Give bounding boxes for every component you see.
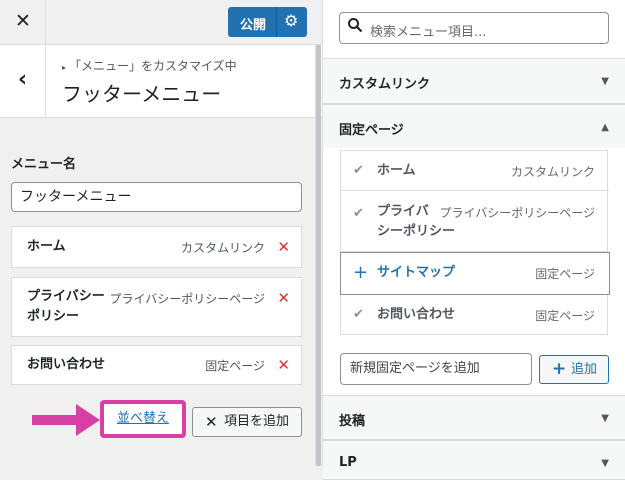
section-posts[interactable]: 投稿 ▼ xyxy=(323,395,625,440)
page-type: プライバシーポリシーページ xyxy=(439,206,595,220)
new-page-input[interactable]: 新規固定ページを追加 xyxy=(340,353,532,385)
menu-item-privacy[interactable]: プライバシー ポリシー プライバシーポリシーページ ✕ xyxy=(11,277,302,337)
caret-down-icon: ▼ xyxy=(601,76,609,87)
page-title: フッターメニュー xyxy=(62,82,222,106)
search-icon xyxy=(347,17,363,37)
add-items-button[interactable]: ✕ 項目を追加 xyxy=(192,407,302,437)
menu-item-type: プライバシーポリシーページ xyxy=(109,292,265,306)
menu-item-type: 固定ページ xyxy=(205,359,265,373)
menu-item-type: カスタムリンク xyxy=(180,241,265,255)
gear-icon[interactable]: ⚙ xyxy=(284,11,298,30)
page-type: 固定ページ xyxy=(535,309,595,323)
checkmark-icon: ✔ xyxy=(353,206,364,221)
remove-icon[interactable]: ✕ xyxy=(277,356,290,374)
menu-item-title-line2: ポリシー xyxy=(27,309,80,324)
available-items-panel: 検索メニュー項目... カスタムリンク ▼ 固定ページ ▲ ✔ ホーム カスタム… xyxy=(322,0,625,480)
caret-up-icon: ▲ xyxy=(601,122,609,133)
menu-item-home[interactable]: ホーム カスタムリンク ✕ xyxy=(11,226,302,268)
add-items-label: 項目を追加 xyxy=(224,414,290,429)
search-placeholder: 検索メニュー項目... xyxy=(370,25,487,40)
section-pages[interactable]: 固定ページ ▲ xyxy=(323,104,625,149)
section-title: カスタムリンク xyxy=(339,77,431,92)
customizer-topbar: ✕ 公開 ⚙ xyxy=(0,0,322,45)
arrow-right-icon xyxy=(32,404,100,436)
list-item[interactable]: ✔ ホーム カスタムリンク xyxy=(341,151,609,191)
menu-item-title: お問い合わせ xyxy=(27,357,106,372)
page-name: サイトマップ xyxy=(377,265,456,280)
triangle-right-icon: ▸ xyxy=(62,63,67,72)
section-title: 固定ページ xyxy=(339,123,404,138)
list-item[interactable]: ✔ お問い合わせ 固定ページ xyxy=(341,295,609,335)
scrollbar-thumb[interactable] xyxy=(316,45,321,466)
caret-down-icon: ▼ xyxy=(601,413,609,424)
close-icon: ✕ xyxy=(205,413,218,431)
checkmark-icon: ✔ xyxy=(353,163,364,178)
back-button[interactable]: ‹ xyxy=(0,45,46,118)
section-title: LP xyxy=(339,455,357,470)
list-item[interactable]: ✔ プライバ シーポリシー プライバシーポリシーページ xyxy=(341,191,609,252)
publish-label: 公開 xyxy=(240,18,267,33)
add-page-button[interactable]: + 追加 xyxy=(539,355,609,384)
page-type: 固定ページ xyxy=(535,267,595,281)
breadcrumb: ▸ 「メニュー」をカスタマイズ中 xyxy=(62,57,237,74)
section-lp[interactable]: LP ▼ xyxy=(323,440,625,480)
menu-item-title-line1: プライバシー xyxy=(27,289,105,304)
menu-item-title: ホーム xyxy=(27,239,66,254)
page-name: お問い合わせ xyxy=(377,307,456,322)
list-item-selected[interactable]: + サイトマップ 固定ページ xyxy=(340,252,610,295)
caret-down-icon: ▼ xyxy=(601,458,609,469)
reorder-highlight: 並べ替え xyxy=(100,400,186,438)
add-page-label: 追加 xyxy=(571,362,598,377)
page-name-line2: シーポリシー xyxy=(377,224,456,239)
section-custom-links[interactable]: カスタムリンク ▼ xyxy=(323,58,625,104)
checkmark-icon: ✔ xyxy=(353,307,364,322)
divider xyxy=(276,7,277,37)
remove-icon[interactable]: ✕ xyxy=(277,238,290,256)
chevron-left-icon: ‹ xyxy=(17,67,28,92)
section-title: 投稿 xyxy=(339,414,366,429)
menu-name-label: メニュー名 xyxy=(11,157,77,172)
breadcrumb-text: 「メニュー」をカスタマイズ中 xyxy=(69,59,237,73)
plus-icon: + xyxy=(552,359,567,379)
reorder-button[interactable]: 並べ替え xyxy=(104,404,182,434)
plus-icon: + xyxy=(353,262,369,283)
panel-header: ‹ ▸ 「メニュー」をカスタマイズ中 フッターメニュー xyxy=(0,45,322,118)
close-icon[interactable]: ✕ xyxy=(12,10,34,32)
page-name-line1: プライバ xyxy=(377,204,429,219)
page-list: ✔ ホーム カスタムリンク ✔ プライバ シーポリシー プライバシーポリシーペー… xyxy=(340,150,610,335)
page-type: カスタムリンク xyxy=(510,165,595,179)
publish-button[interactable]: 公開 ⚙ xyxy=(228,7,307,37)
page-name: ホーム xyxy=(377,163,416,178)
divider xyxy=(45,0,46,45)
customizer-left-panel: ✕ 公開 ⚙ ‹ ▸ 「メニュー」をカスタマイズ中 フッターメニュー メニュー名 … xyxy=(0,0,322,466)
menu-name-input[interactable]: フッターメニュー xyxy=(11,182,302,212)
remove-icon[interactable]: ✕ xyxy=(277,289,290,307)
menu-item-contact[interactable]: お問い合わせ 固定ページ ✕ xyxy=(11,345,302,385)
search-input[interactable]: 検索メニュー項目... xyxy=(339,12,609,44)
